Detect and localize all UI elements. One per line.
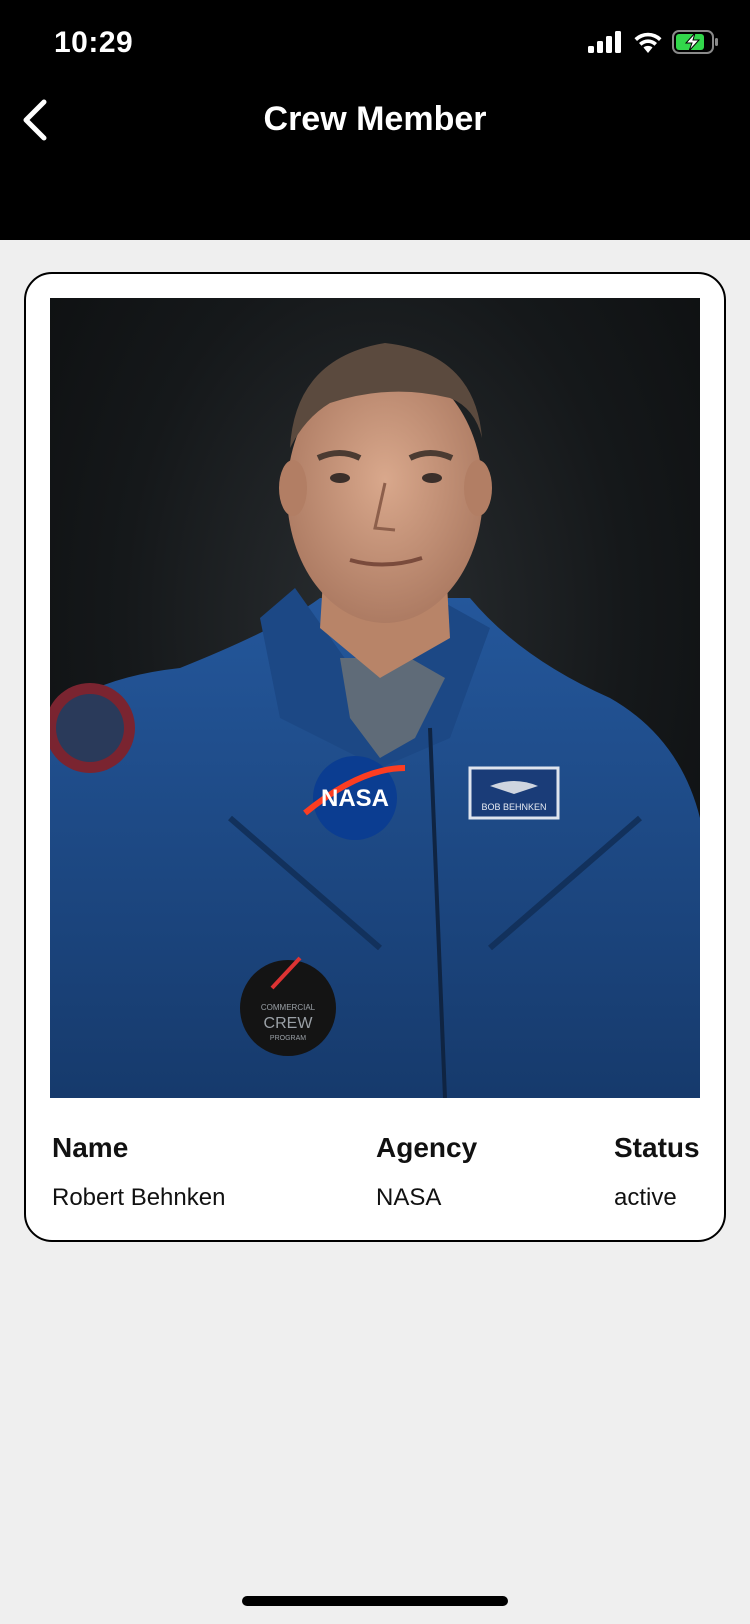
astronaut-portrait-illustration: NASA BOB BEHNKEN COMMERCIAL CREW PROGRAM (50, 343, 700, 1098)
name-label: Name (52, 1132, 129, 1163)
nav-bar: Crew Member (0, 90, 750, 150)
program-patch-text: PROGRAM (270, 1035, 306, 1042)
name-column: Name Robert Behnken (52, 1132, 225, 1212)
status-column: Status active (614, 1132, 700, 1212)
agency-column: Agency NASA (376, 1132, 477, 1212)
name-tag-text: BOB BEHNKEN (481, 802, 546, 812)
commercial-patch-text: COMMERCIAL (261, 1003, 316, 1012)
status-value: active (614, 1184, 677, 1211)
agency-label: Agency (376, 1132, 478, 1163)
wifi-icon (634, 32, 662, 53)
name-value: Robert Behnken (52, 1184, 226, 1211)
crew-patch-text: CREW (264, 1015, 314, 1032)
crew-member-card: NASA BOB BEHNKEN COMMERCIAL CREW PROGRAM… (24, 272, 726, 1242)
status-time: 10:29 (54, 26, 134, 59)
signal-icon (588, 31, 621, 53)
app-header: 10:29 Crew Member (0, 0, 750, 240)
status-label: Status (614, 1132, 700, 1163)
nasa-patch-text: NASA (321, 785, 389, 812)
home-indicator[interactable] (242, 1596, 508, 1606)
status-icons (588, 30, 720, 54)
agency-value: NASA (376, 1184, 442, 1211)
page-title: Crew Member (263, 100, 487, 138)
crew-photo: NASA BOB BEHNKEN COMMERCIAL CREW PROGRAM (50, 298, 700, 1098)
battery-charging-icon (672, 30, 718, 54)
status-bar: 10:29 (0, 0, 750, 90)
